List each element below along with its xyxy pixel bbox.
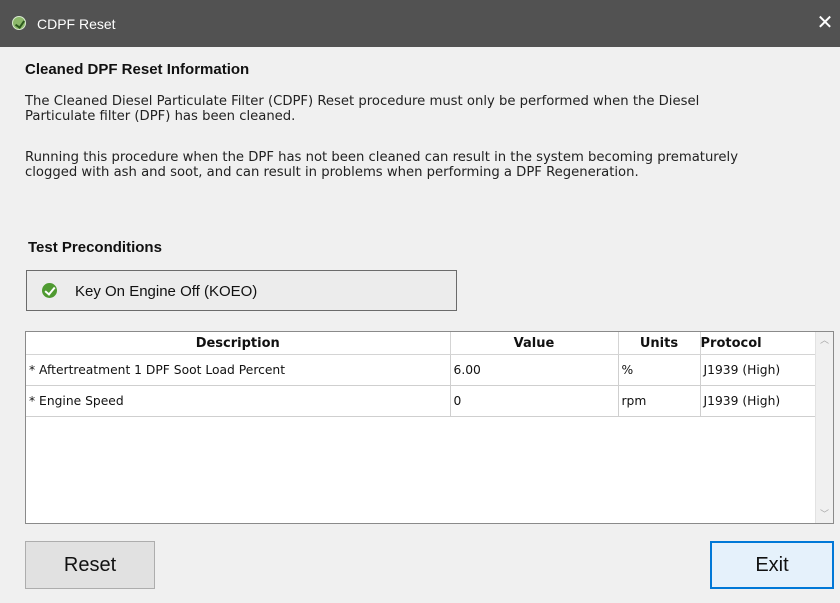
vertical-scrollbar[interactable]: ︿ ﹀ [815,332,833,523]
title-bar: CDPF Reset ✕ [0,0,840,47]
scroll-down-icon[interactable]: ﹀ [816,506,833,523]
column-header-protocol[interactable]: Protocol [700,332,818,355]
preconditions-heading: Test Preconditions [28,239,162,256]
exit-button[interactable]: Exit [710,541,834,589]
info-paragraph-1-line-2: Particulate filter (DPF) has been cleane… [25,109,296,124]
cell-units: % [618,354,701,386]
precondition-label: Key On Engine Off (KOEO) [75,283,258,300]
column-header-value[interactable]: Value [450,332,619,355]
close-icon: ✕ [816,12,834,34]
cell-protocol: J1939 (High) [700,385,818,417]
close-button[interactable]: ✕ [810,8,840,38]
table-row[interactable]: * Aftertreatment 1 DPF Soot Load Percent… [26,354,818,386]
cell-description: * Engine Speed [26,385,451,417]
info-heading: Cleaned DPF Reset Information [25,61,250,78]
check-circle-icon [42,283,57,298]
info-paragraph-2: Running this procedure when the DPF has … [25,150,820,180]
cell-units: rpm [618,385,701,417]
info-paragraph-1: The Cleaned Diesel Particulate Filter (C… [25,94,820,124]
info-paragraph-1-line-1: The Cleaned Diesel Particulate Filter (C… [25,94,700,109]
info-paragraph-2-line-1: Running this procedure when the DPF has … [25,150,739,165]
column-header-description[interactable]: Description [26,332,451,355]
info-paragraph-2-line-2: clogged with ash and soot, and can resul… [25,165,639,180]
precondition-item: Key On Engine Off (KOEO) [26,270,457,311]
app-icon [12,16,26,30]
column-header-units[interactable]: Units [618,332,701,355]
cell-value: 6.00 [450,354,619,386]
window-title: CDPF Reset [37,16,116,32]
cell-value: 0 [450,385,619,417]
table-row[interactable]: * Engine Speed 0 rpm J1939 (High) [26,385,818,417]
scroll-up-icon[interactable]: ︿ [816,332,833,349]
parameter-table: Description Value Units Protocol * After… [25,331,834,524]
reset-button[interactable]: Reset [25,541,155,589]
table-header-row: Description Value Units Protocol [26,332,818,355]
cell-description: * Aftertreatment 1 DPF Soot Load Percent [26,354,451,386]
cell-protocol: J1939 (High) [700,354,818,386]
